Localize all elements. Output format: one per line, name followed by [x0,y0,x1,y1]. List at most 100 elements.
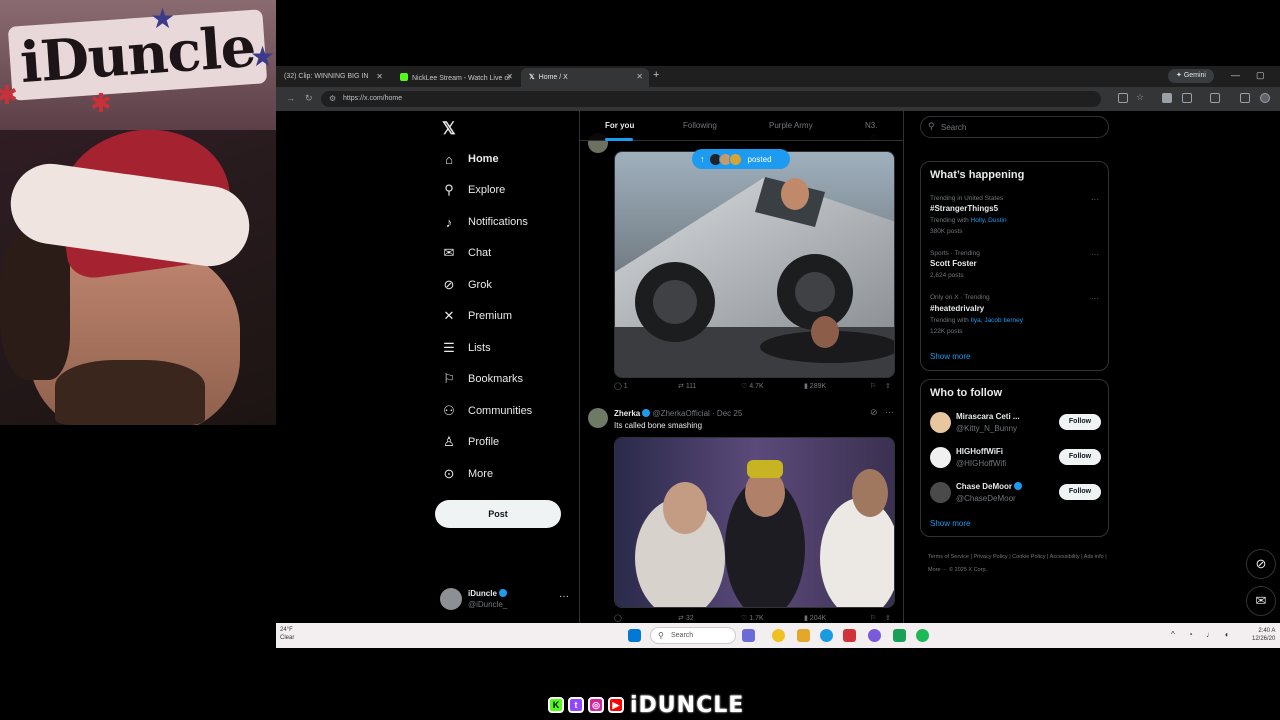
verified-badge-icon [1014,482,1023,490]
folder-icon[interactable] [797,629,810,642]
app-icon[interactable] [893,629,906,642]
tab-purple-army[interactable]: Purple Army [769,121,813,130]
tab-n3[interactable]: N3. [865,121,877,130]
search-input[interactable]: ⚲ Search [920,116,1109,138]
close-tab-icon[interactable]: ✕ [636,72,643,81]
wifi-icon[interactable]: ◔ [1188,630,1193,639]
extensions-puzzle-icon[interactable] [1182,93,1192,103]
nav-chat[interactable]: ✉ Chat [442,242,492,264]
nav-label: Home [468,153,499,165]
posted-label: posted [747,154,772,164]
new-tab-button[interactable]: + [653,69,659,81]
more-dots-icon[interactable]: ··· [1091,294,1099,303]
weather-widget[interactable]: 24°F Clear [280,626,294,642]
account-switcher[interactable]: iDuncle @iDuncle_ ··· [440,586,580,614]
trend-name: #StrangerThings5 [930,204,999,213]
tweet-image[interactable] [614,151,895,378]
nav-bookmarks[interactable]: ⚐ Bookmarks [442,368,523,390]
tab-youtube-clip[interactable]: (32) Clip: WINNING BIG IN ✕ [276,68,389,87]
nav-label: Chat [468,247,492,259]
follow-button[interactable]: Follow [1059,449,1101,465]
like-button[interactable]: ♡ 4.7K [741,382,764,390]
tab-kick-stream[interactable]: NickLee Stream - Watch Live or ✕ [392,68,519,87]
minimize-icon[interactable]: — [1231,70,1240,80]
taskbar-search[interactable]: ⚲ Search [650,627,736,644]
site-info-icon[interactable]: ⚙ [329,94,336,103]
views-button[interactable]: ▮ 204K [804,614,826,622]
follow-button[interactable]: Follow [1059,484,1101,500]
edge-icon[interactable] [820,629,833,642]
grok-float-icon[interactable]: ⊘ [1246,549,1276,579]
mic-icon[interactable]: ♩ [1206,630,1214,639]
like-button[interactable]: ♡ 1.7K [741,614,764,622]
nav-grok[interactable]: ⊘ Grok [442,274,492,296]
windows-start-icon[interactable] [628,629,641,642]
spotify-icon[interactable] [916,629,929,642]
grok-icon[interactable]: ⊘ [870,407,878,418]
close-tab-icon[interactable]: ✕ [506,72,513,81]
tweet-video[interactable] [614,437,895,608]
gemini-button[interactable]: ✦ Gemini [1168,69,1214,83]
trend-with-names[interactable]: Ilya, Jacob tierney [971,317,1023,324]
url-field[interactable]: ⚙ https://x.com/home [321,91,1101,107]
trend-name: Scott Foster [930,259,977,268]
repost-button[interactable]: ⇄ 111 [678,382,696,390]
profile-avatar[interactable] [1260,93,1270,103]
tab-for-you[interactable]: For you [605,121,634,130]
views-button[interactable]: ▮ 289K [804,382,826,390]
bookmark-icon[interactable]: ⚐ [870,614,876,622]
nav-premium[interactable]: ✕ Premium [442,305,512,327]
nav-home[interactable]: ⌂ Home [442,148,499,170]
forward-icon[interactable]: → [286,93,295,103]
install-app-icon[interactable] [1118,93,1128,103]
chrome-icon[interactable] [772,629,785,642]
nav-communities[interactable]: ⚇ Communities [442,400,532,422]
verified-badge-icon [498,589,507,597]
youtube-icon: ▶ [608,697,624,713]
video-frame [615,438,894,607]
show-more-link[interactable]: Show more [930,519,970,528]
reload-icon[interactable]: ↻ [305,93,313,104]
maximize-icon[interactable]: ▢ [1256,70,1265,81]
cast-icon[interactable] [1240,93,1250,103]
messages-float-icon[interactable]: ✉ [1246,586,1276,616]
nav-notifications[interactable]: ♪ Notifications [442,211,528,233]
nav-more[interactable]: ⊙ More [442,463,494,485]
reply-button[interactable]: ◯ 1 [614,382,628,390]
bookmark-star-icon[interactable]: ☆ [1136,92,1144,103]
tray-chevron-icon[interactable]: ^ [1171,630,1175,639]
side-panel-icon[interactable] [1210,93,1220,103]
more-dots-icon[interactable]: ··· [1091,195,1099,204]
trend-posts: 2,624 posts [930,272,964,279]
volume-icon[interactable]: ◖ [1224,630,1229,639]
more-dots-icon[interactable]: ··· [1091,250,1099,259]
discord-icon[interactable] [868,629,881,642]
trend-with-names[interactable]: Holly, Dustin [971,217,1007,224]
nav-profile[interactable]: ♙ Profile [442,431,499,453]
share-icon[interactable]: ⇪ [885,382,891,390]
close-tab-icon[interactable]: ✕ [376,72,383,81]
more-dots-icon[interactable]: ··· [885,407,894,417]
tweet-author[interactable]: Zherka @ZherkaOfficial · Dec 25 [614,409,742,418]
copilot-icon[interactable] [742,629,755,642]
tab-following[interactable]: Following [683,121,717,130]
store-icon[interactable] [843,629,856,642]
extension-icon[interactable] [1162,93,1172,103]
nav-explore[interactable]: ⚲ Explore [442,179,505,201]
reply-button[interactable]: ◯ [614,614,622,622]
avatar[interactable] [588,408,608,428]
follow-button[interactable]: Follow [1059,414,1101,430]
x-logo-icon[interactable]: 𝕏 [442,119,456,139]
show-more-link[interactable]: Show more [930,352,970,361]
post-button[interactable]: Post [435,500,561,528]
share-icon[interactable]: ⇪ [885,614,891,622]
system-clock[interactable]: 2:40 A 12/26/20 [1252,627,1275,643]
repost-button[interactable]: ⇄ 32 [678,614,694,622]
nav-lists[interactable]: ☰ Lists [442,337,490,359]
footer-links[interactable]: Terms of Service | Privacy Policy | Cook… [928,551,1113,577]
new-posts-pill[interactable]: ↑ posted [692,149,790,169]
clock-time: 2:40 A [1258,628,1276,634]
more-dots-icon[interactable]: ··· [559,591,569,602]
tab-home-x[interactable]: 𝕏 Home / X ✕ [521,68,649,87]
bookmark-icon[interactable]: ⚐ [870,382,876,390]
